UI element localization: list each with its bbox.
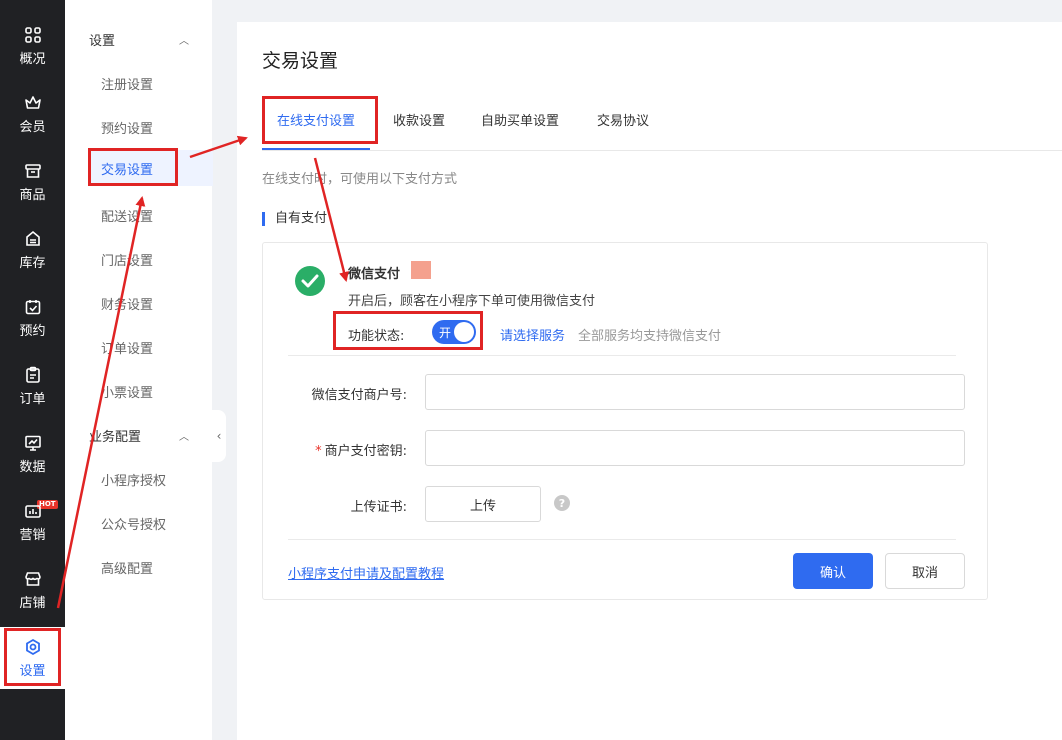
submenu-group-settings[interactable]: 设置 ︿ — [89, 30, 189, 49]
merchant-id-input[interactable] — [425, 374, 965, 410]
tab-trade-agreement[interactable]: 交易协议 — [597, 110, 649, 150]
clipboard-icon — [25, 366, 40, 383]
settings-icon — [25, 638, 40, 656]
submenu-item-finance[interactable]: 财务设置 — [101, 294, 153, 313]
submenu-item-booking[interactable]: 预约设置 — [101, 118, 153, 137]
submenu-item-advanced[interactable]: 高级配置 — [101, 558, 153, 577]
tab-collection[interactable]: 收款设置 — [393, 110, 445, 150]
submenu-group-label: 设置 — [89, 34, 116, 49]
merchant-id-label: 微信支付商户号: — [311, 388, 407, 403]
grid-icon — [24, 27, 41, 43]
tab-bar: 在线支付设置 收款设置 自助买单设置 交易协议 — [262, 110, 1062, 151]
status-label: 功能状态: — [348, 329, 405, 344]
nav-label: 设置 — [19, 664, 46, 679]
nav-label: 概况 — [19, 52, 46, 67]
box-icon — [24, 164, 41, 178]
nav-label: 商品 — [19, 188, 46, 203]
submenu-item-order[interactable]: 订单设置 — [101, 338, 153, 357]
secret-label: * 商户支付密钥: — [315, 440, 407, 459]
nav-item-inventory[interactable]: 库存 — [0, 216, 65, 284]
submenu-group-label: 业务配置 — [89, 430, 142, 445]
nav-label: 预约 — [19, 324, 46, 339]
nav-item-settings[interactable]: 设置 — [0, 627, 65, 689]
submenu-item-store[interactable]: 门店设置 — [101, 250, 153, 269]
tab-self-checkout[interactable]: 自助买单设置 — [481, 110, 559, 150]
submenu-item-delivery[interactable]: 配送设置 — [101, 206, 153, 225]
nav-label: 会员 — [19, 120, 46, 135]
confirm-button[interactable]: 确认 — [793, 553, 873, 589]
marketing-icon — [24, 505, 41, 518]
nav-label: 营销 — [19, 528, 46, 543]
nav-item-members[interactable]: 会员 — [0, 80, 65, 148]
service-note: 全部服务均支持微信支付 — [578, 329, 722, 344]
nav-label: 数据 — [19, 460, 46, 475]
submenu-item-receipt[interactable]: 小票设置 — [101, 382, 153, 401]
nav-item-overview[interactable]: 概况 — [0, 12, 65, 80]
wechat-pay-card: 微信支付 开启后，顾客在小程序下单可使用微信支付 功能状态: 开 请选择服务 全… — [262, 242, 988, 600]
secret-input[interactable] — [425, 430, 965, 466]
submenu-item-official-account-auth[interactable]: 公众号授权 — [101, 514, 166, 533]
cert-label: 上传证书: — [350, 500, 407, 515]
chevron-up-icon: ︿ — [179, 432, 189, 443]
required-mark: * — [315, 444, 322, 459]
calendar-check-icon — [25, 300, 40, 315]
nav-item-data[interactable]: 数据 — [0, 420, 65, 488]
nav-item-products[interactable]: 商品 — [0, 148, 65, 216]
nav-item-booking[interactable]: 预约 — [0, 284, 65, 352]
help-icon[interactable]: ? — [554, 495, 570, 511]
divider — [288, 355, 956, 356]
nav-item-orders[interactable]: 订单 — [0, 352, 65, 420]
submenu-item-miniprogram-auth[interactable]: 小程序授权 — [101, 470, 166, 489]
wechat-pay-icon — [295, 266, 325, 296]
tab-online-payment[interactable]: 在线支付设置 — [262, 110, 371, 150]
cancel-button[interactable]: 取消 — [885, 553, 965, 589]
inventory-icon — [25, 230, 40, 246]
wechat-pay-desc: 开启后，顾客在小程序下单可使用微信支付 — [348, 294, 596, 309]
nav-item-marketing[interactable]: 营销 — [0, 488, 65, 556]
collapse-sidebar-button[interactable]: ‹ — [212, 410, 226, 462]
main-panel: 交易设置 在线支付设置 收款设置 自助买单设置 交易协议 在线支付时，可使用以下… — [237, 22, 1062, 740]
main-nav: 概况 会员 商品 库存 预约 订单 数据 HOT 营销 店铺 设置 — [0, 0, 65, 740]
wechat-pay-toggle[interactable]: 开 — [432, 320, 476, 344]
page-title: 交易设置 — [262, 50, 339, 72]
submenu-item-register[interactable]: 注册设置 — [101, 74, 153, 93]
nav-label: 订单 — [19, 392, 46, 407]
chevron-up-icon: ︿ — [179, 36, 189, 47]
section-title: 自有支付 — [262, 212, 327, 226]
wechat-pay-badge — [411, 261, 431, 279]
crown-icon — [24, 96, 41, 109]
toggle-knob — [454, 322, 474, 342]
tutorial-link[interactable]: 小程序支付申请及配置教程 — [288, 563, 444, 582]
submenu-group-business[interactable]: 业务配置 ︿ — [89, 426, 189, 445]
chart-icon — [24, 435, 41, 451]
settings-submenu: 设置 ︿ 注册设置 预约设置 交易设置 配送设置 门店设置 财务设置 订单设置 … — [65, 0, 213, 740]
nav-label: 店铺 — [19, 596, 46, 611]
divider — [288, 539, 956, 540]
wechat-pay-name: 微信支付 — [348, 267, 401, 282]
select-service-link[interactable]: 请选择服务 — [500, 325, 565, 344]
upload-cert-button[interactable]: 上传 — [425, 486, 541, 522]
toggle-label: 开 — [439, 326, 452, 340]
submenu-item-trade[interactable]: 交易设置 — [89, 150, 213, 186]
nav-label: 库存 — [19, 256, 46, 271]
secret-label-text: 商户支付密钥: — [324, 444, 407, 459]
nav-item-store[interactable]: 店铺 — [0, 556, 65, 624]
store-icon — [24, 572, 41, 586]
chevron-left-icon: ‹ — [216, 429, 222, 443]
payment-hint: 在线支付时，可使用以下支付方式 — [262, 172, 458, 187]
